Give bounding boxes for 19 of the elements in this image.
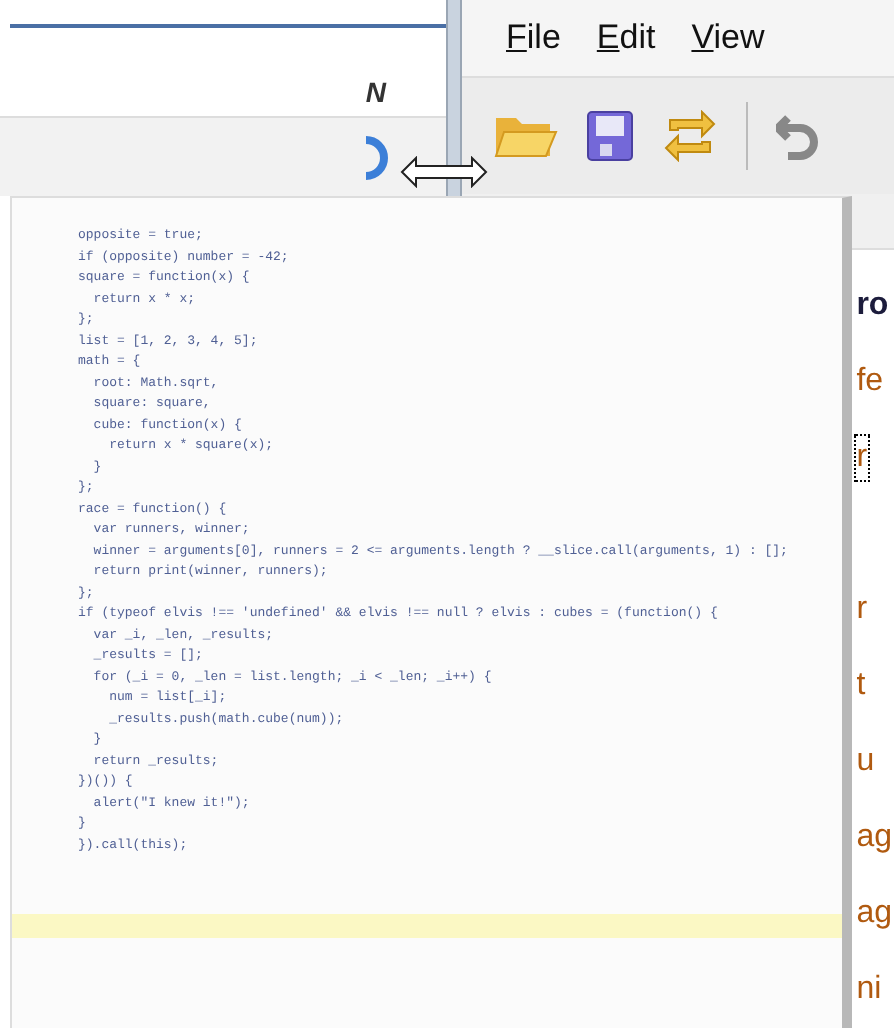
resize-cursor-icon	[400, 156, 488, 188]
menu-item[interactable]: File	[506, 12, 561, 64]
folder-icon[interactable]	[494, 112, 558, 160]
tree-item-label[interactable]: ag	[854, 814, 894, 862]
tree-item-label[interactable]: ag	[854, 890, 894, 938]
sync-icon[interactable]	[662, 110, 718, 162]
arc-icon[interactable]	[362, 136, 390, 180]
splitter-bar[interactable]	[446, 0, 462, 196]
tree-item-label[interactable]: t	[854, 662, 868, 710]
tree-item-label[interactable]: r	[854, 586, 870, 634]
menu-item[interactable]: View	[691, 12, 765, 64]
tree-item-label[interactable]: ni	[854, 966, 884, 1014]
tree-item-label[interactable]: ro	[854, 282, 891, 330]
tree-item-label[interactable]: r	[854, 434, 870, 482]
undo-icon[interactable]	[776, 110, 820, 162]
tree-item-label[interactable]: u	[854, 738, 877, 786]
tree-item-label[interactable]: fe	[854, 358, 886, 406]
window-title: N	[365, 74, 386, 112]
menu-item[interactable]: Edit	[596, 12, 656, 64]
